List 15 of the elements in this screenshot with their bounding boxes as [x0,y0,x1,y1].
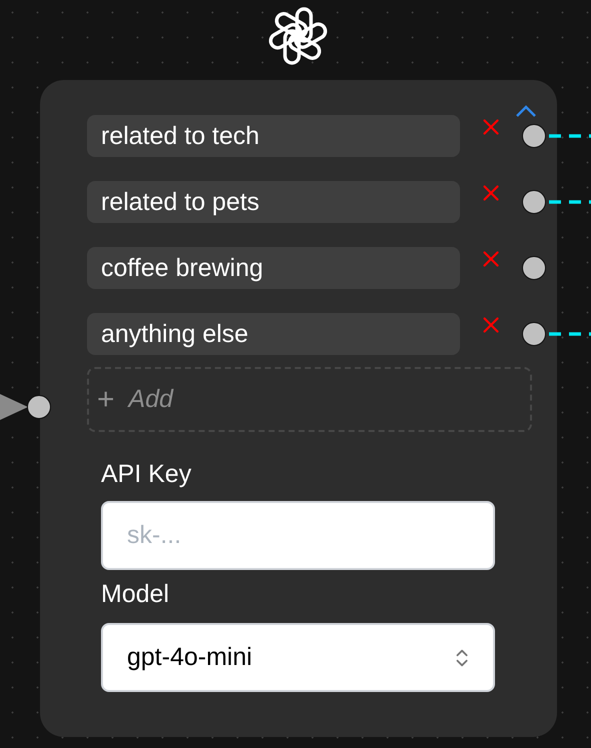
model-select[interactable]: gpt-4o-mini [101,623,495,692]
input-handle[interactable] [27,395,51,419]
model-label: Model [101,579,170,609]
api-key-label: API Key [101,459,192,489]
add-button[interactable]: + Add [87,367,532,432]
category-field[interactable]: coffee brewing [87,247,460,289]
api-key-field[interactable]: sk-... [101,501,495,570]
category-field[interactable]: anything else [87,313,460,355]
connected-output-handle[interactable] [522,190,591,214]
chevron-up-icon[interactable] [515,105,537,117]
output-handle[interactable] [522,256,546,280]
category-field[interactable]: related to pets [87,181,460,223]
connected-output-handle[interactable] [522,124,591,148]
connected-output-handle[interactable] [522,322,591,346]
category-field[interactable]: related to tech [87,115,460,157]
